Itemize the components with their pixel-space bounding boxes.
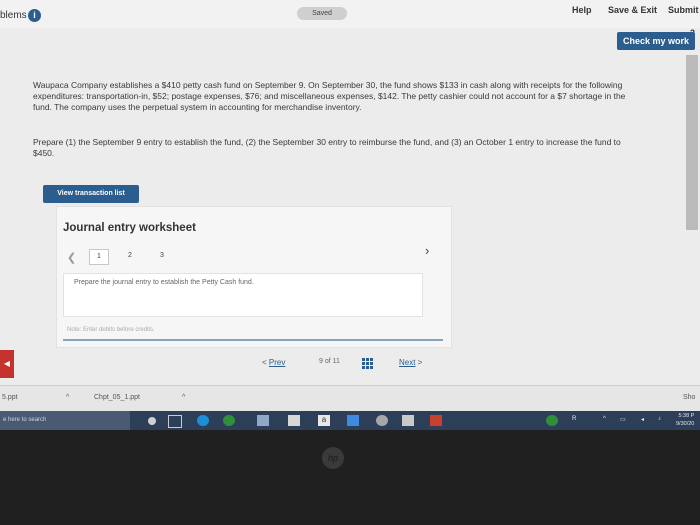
edge-icon[interactable] xyxy=(197,415,209,426)
people-icon[interactable] xyxy=(376,415,388,426)
problem-text: Waupaca Company establishes a $410 petty… xyxy=(33,80,626,112)
hp-logo-icon: hp xyxy=(322,447,344,469)
task-view-icon[interactable] xyxy=(168,415,182,428)
prev-label: Prev xyxy=(268,358,286,367)
scrollbar[interactable] xyxy=(686,55,698,230)
download-item-1[interactable]: 5.ppt xyxy=(2,394,18,401)
prev-button[interactable]: < Prev xyxy=(262,358,285,367)
clock-time: 5:38 P xyxy=(678,413,695,419)
worksheet-tab-2[interactable]: 2 xyxy=(121,249,139,263)
side-tab-icon[interactable]: ◀ xyxy=(0,350,14,378)
progress-divider xyxy=(63,339,443,341)
grid-icon[interactable] xyxy=(362,358,373,369)
powerpoint-icon[interactable] xyxy=(430,415,442,426)
worksheet-tab-3[interactable]: 3 xyxy=(153,249,171,263)
top-bar: blems i Saved Help Save & Exit Submit xyxy=(0,0,700,28)
volume-icon[interactable]: ♪ xyxy=(658,416,661,422)
download-bar: 5.ppt ^ Chpt_05_1.ppt ^ Sho xyxy=(0,385,700,412)
prepare-instructions: Prepare (1) the September 9 entry to est… xyxy=(33,137,621,158)
store-icon[interactable] xyxy=(288,415,300,426)
info-icon[interactable]: i xyxy=(28,9,41,22)
microphone-icon[interactable] xyxy=(148,417,156,425)
explorer-icon[interactable] xyxy=(257,415,269,426)
taskbar-search-input[interactable]: e here to search xyxy=(0,411,130,430)
download-item-2[interactable]: Chpt_05_1.ppt xyxy=(94,394,140,401)
worksheet-prev-icon[interactable]: ❮ xyxy=(67,251,76,264)
worksheet-next-icon[interactable]: › xyxy=(425,243,429,258)
submit-link[interactable]: Submit xyxy=(668,5,699,15)
help-link[interactable]: Help xyxy=(572,5,592,15)
chevron-up-tray-icon[interactable]: ^ xyxy=(603,416,606,422)
problems-label[interactable]: blems xyxy=(0,10,27,21)
clock[interactable]: 5:38 P 9/30/20 xyxy=(676,412,694,428)
next-button[interactable]: Next > xyxy=(399,358,422,367)
next-label: Next xyxy=(399,358,416,367)
chrome-tray-icon[interactable] xyxy=(546,415,558,426)
page-count: 9 of 11 xyxy=(319,358,340,365)
saved-status-badge: Saved xyxy=(297,7,347,20)
wifi-icon[interactable]: ◂ xyxy=(641,416,644,423)
chevron-up-icon[interactable]: ^ xyxy=(66,394,69,401)
people-tray-icon[interactable]: R xyxy=(572,416,576,422)
save-exit-link[interactable]: Save & Exit xyxy=(608,5,657,15)
show-all-button[interactable]: Sho xyxy=(683,394,695,401)
browser-screen: blems i Saved Help Save & Exit Submit 2 … xyxy=(0,0,700,430)
chevron-up-icon-2[interactable]: ^ xyxy=(182,394,185,401)
journal-entry-worksheet: Journal entry worksheet ❮ 1 2 3 › Prepar… xyxy=(56,206,452,348)
worksheet-instruction: Prepare the journal entry to establish t… xyxy=(63,273,423,317)
battery-icon[interactable]: ▭ xyxy=(620,416,626,423)
taskbar: e here to search a R ^ ▭ ◂ ♪ 5:38 P 9/30/… xyxy=(0,411,700,430)
chrome-icon[interactable] xyxy=(223,415,235,426)
mail-icon[interactable] xyxy=(402,415,414,426)
check-my-work-button[interactable]: Check my work xyxy=(617,32,695,50)
worksheet-tab-1[interactable]: 1 xyxy=(89,249,109,265)
view-transaction-list-button[interactable]: View transaction list xyxy=(43,185,139,203)
clock-date: 9/30/20 xyxy=(676,421,695,427)
dropbox-icon[interactable] xyxy=(347,415,359,426)
worksheet-note: Note: Enter debits before credits. xyxy=(67,327,155,333)
worksheet-title: Journal entry worksheet xyxy=(63,222,196,234)
amazon-icon[interactable]: a xyxy=(318,415,330,426)
